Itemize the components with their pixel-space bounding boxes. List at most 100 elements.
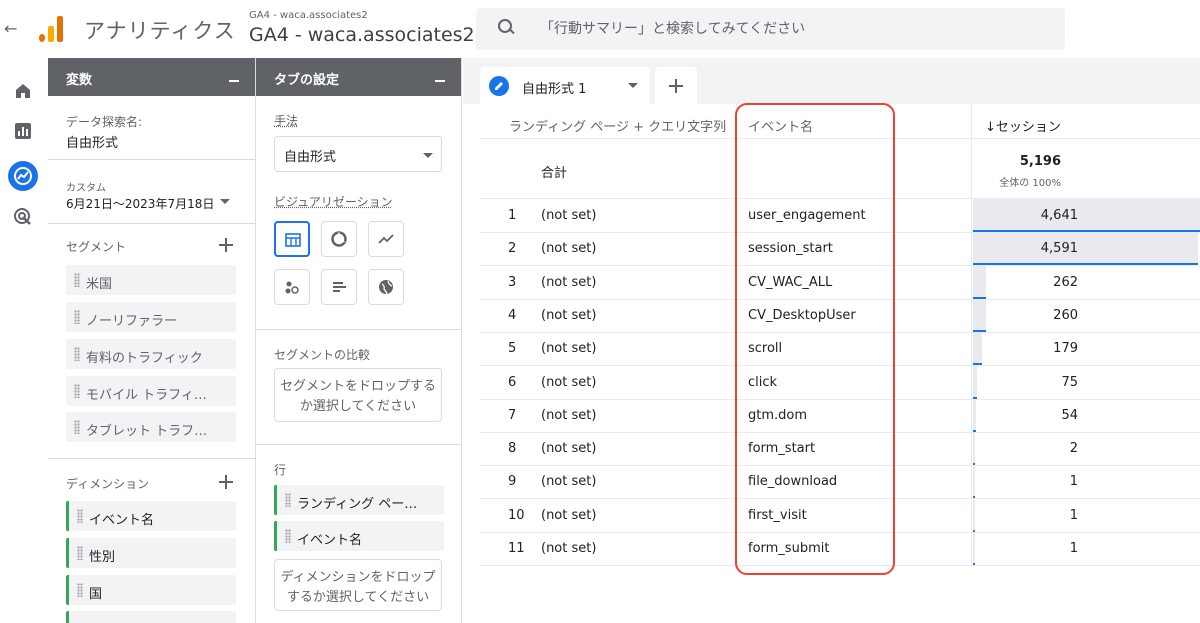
viz-donut-button[interactable]: [321, 221, 357, 257]
column-header-landing-page[interactable]: ランディング ページ + クエリ文字列: [509, 116, 726, 135]
drag-handle-icon[interactable]: [77, 509, 83, 523]
row-chip[interactable]: イベント名: [274, 521, 444, 551]
landing-page-cell: (not set): [541, 208, 597, 223]
sessions-cell: 54: [1061, 407, 1078, 423]
segment-dropzone[interactable]: セグメントをドロップするか選択してください: [274, 368, 442, 422]
viz-table-button[interactable]: [274, 221, 310, 257]
row-number: 1: [508, 208, 517, 223]
session-bar: [973, 332, 982, 366]
line-chart-icon: [378, 234, 394, 244]
date-range-selector[interactable]: 6月21日～2023年7月18日: [66, 195, 214, 212]
back-arrow-icon[interactable]: ←: [4, 19, 20, 39]
minimize-icon[interactable]: [435, 80, 445, 82]
drag-handle-icon[interactable]: [74, 273, 80, 287]
row-chip[interactable]: ランディング ペー…: [274, 485, 444, 515]
total-label: 合計: [541, 166, 568, 181]
row-number: 11: [508, 541, 525, 556]
dimension-chip[interactable]: イベント名: [66, 501, 236, 531]
dimensions-label: ディメンション: [66, 477, 150, 491]
add-tab-button[interactable]: [655, 67, 697, 104]
sessions-cell: 4,591: [1040, 241, 1078, 257]
tab-settings-panel: タブの設定 手法 自由形式 ビジュアリゼーション セグメントの比較 セグメントを: [256, 58, 462, 623]
landing-page-cell: (not set): [541, 341, 597, 357]
dimension-dropzone[interactable]: ディメンションをドロップするか選択してください: [274, 559, 442, 611]
rows-label: 行: [274, 463, 287, 477]
sessions-cell: 179: [1053, 341, 1078, 357]
nav-reports[interactable]: [8, 116, 38, 146]
segment-chip[interactable]: タブレット トラフ…: [66, 412, 236, 442]
method-select[interactable]: 自由形式: [274, 136, 442, 172]
session-bar: [973, 298, 986, 332]
segment-chip[interactable]: 有料のトラフィック: [66, 339, 236, 369]
session-bar: [973, 465, 975, 499]
dimension-chip[interactable]: [66, 611, 236, 623]
segment-chip[interactable]: 米国: [66, 265, 236, 295]
sessions-cell: 1: [1069, 541, 1078, 556]
dimension-chip[interactable]: 性別: [66, 538, 236, 568]
exploration-name-value[interactable]: 自由形式: [66, 132, 118, 151]
sessions-cell: 1: [1069, 507, 1078, 523]
row-number: 6: [508, 374, 517, 390]
divider: [48, 458, 256, 459]
minimize-icon[interactable]: [229, 80, 239, 82]
tab-label: 自由形式 1: [522, 82, 587, 97]
add-segment-icon[interactable]: [219, 238, 233, 252]
add-dimension-icon[interactable]: [219, 475, 233, 489]
drag-handle-icon[interactable]: [77, 583, 83, 597]
drag-handle-icon[interactable]: [74, 310, 80, 324]
viz-scatter-button[interactable]: [274, 269, 310, 305]
session-bar: [973, 498, 975, 532]
viz-geo-button[interactable]: [368, 269, 404, 305]
session-bar: [973, 365, 977, 399]
segment-chip[interactable]: ノーリファラー: [66, 302, 236, 332]
landing-page-cell: (not set): [541, 241, 597, 257]
nav-explore[interactable]: [8, 161, 38, 191]
drag-handle-icon[interactable]: [74, 384, 80, 398]
edit-pencil-icon: [489, 76, 509, 96]
segment-compare-label: セグメントの比較: [274, 348, 371, 362]
reports-icon: [15, 123, 31, 139]
advertising-icon: [14, 208, 31, 225]
date-type-label: カスタム: [66, 183, 106, 194]
bar-chart-icon: [333, 282, 346, 292]
nav-home[interactable]: [8, 76, 38, 106]
divider: [256, 329, 462, 330]
session-bar: [973, 265, 986, 299]
search-input[interactable]: [540, 18, 1020, 40]
viz-bar-button[interactable]: [321, 269, 357, 305]
landing-page-cell: (not set): [541, 274, 597, 290]
search-bar[interactable]: [476, 8, 1065, 50]
column-header-sessions[interactable]: ↓セッション: [985, 116, 1061, 135]
property-selector[interactable]: GA4 - waca.associates2: [249, 24, 475, 46]
property-account[interactable]: GA4 - waca.associates2: [249, 10, 368, 21]
nav-advertising[interactable]: [8, 202, 38, 232]
plus-icon: [669, 79, 683, 93]
tab-settings-title: タブの設定: [274, 73, 340, 88]
row-number: 8: [508, 441, 517, 457]
table-icon: [285, 233, 301, 247]
viz-line-button[interactable]: [368, 221, 404, 257]
scatter-icon: [285, 281, 299, 294]
sessions-cell: 262: [1053, 274, 1078, 290]
drag-handle-icon[interactable]: [74, 347, 80, 361]
drag-handle-icon[interactable]: [77, 546, 83, 560]
divider: [48, 223, 256, 224]
analytics-logo-icon[interactable]: [39, 16, 65, 42]
chevron-down-icon: [423, 153, 433, 158]
drag-handle-icon[interactable]: [285, 529, 291, 543]
tab-menu-icon[interactable]: [628, 83, 638, 88]
divider: [256, 444, 462, 445]
dimension-chip[interactable]: 国: [66, 575, 236, 605]
segment-chip[interactable]: モバイル トラフィ…: [66, 376, 236, 406]
date-dropdown-icon[interactable]: [220, 199, 230, 204]
session-bar: [973, 398, 976, 432]
total-percentage: 全体の 100%: [999, 178, 1061, 189]
drag-handle-icon[interactable]: [285, 493, 291, 507]
row-number: 7: [508, 407, 517, 423]
drag-handle-icon[interactable]: [74, 420, 80, 434]
visualization-label: ビジュアリゼーション: [274, 195, 393, 209]
sessions-cell: 2: [1069, 441, 1078, 457]
tab-freeform-1[interactable]: 自由形式 1: [480, 67, 650, 104]
landing-page-cell: (not set): [541, 541, 597, 556]
landing-page-cell: (not set): [541, 474, 597, 490]
